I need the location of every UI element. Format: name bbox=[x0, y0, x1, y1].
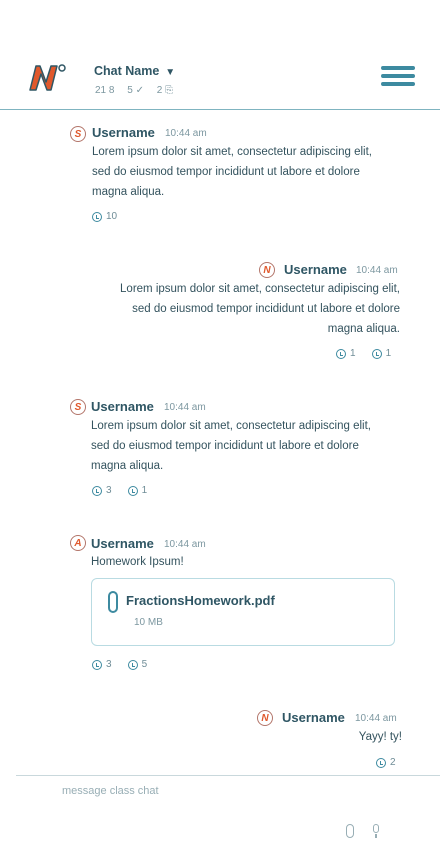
user-avatar[interactable]: S bbox=[70, 399, 86, 415]
message-line: sed do eiusmod tempor incididunt ut labo… bbox=[92, 166, 360, 178]
reaction-count: 3 bbox=[106, 659, 112, 670]
chat-name-label: Chat Name bbox=[94, 64, 160, 78]
message-body: Yayy! ty! bbox=[200, 727, 402, 747]
message-line: Yayy! ty! bbox=[358, 731, 402, 743]
reaction-chip[interactable]: 3 bbox=[92, 659, 112, 670]
reaction-count: 2 bbox=[390, 757, 396, 768]
reactions: 10 bbox=[92, 211, 117, 222]
reaction-count: 1 bbox=[141, 485, 148, 496]
clock-icon bbox=[92, 211, 102, 222]
reactions: 1 1 bbox=[336, 348, 391, 359]
message-line: Lorem ipsum dolor sit amet, consectetur … bbox=[120, 283, 400, 295]
message-username[interactable]: Username bbox=[91, 399, 154, 414]
message-timestamp: 10:44 am bbox=[355, 713, 397, 724]
message-body: Lorem ipsum dolor sit amet, consectetur … bbox=[91, 416, 411, 476]
user-avatar[interactable]: N bbox=[257, 710, 273, 726]
message-line: sed do eiusmod tempor incididunt ut labo… bbox=[91, 440, 359, 452]
message-body: Lorem ipsum dolor sit amet, consectetur … bbox=[90, 279, 400, 339]
reaction-chip[interactable]: 1 bbox=[336, 348, 356, 359]
file-attachment-card[interactable]: FractionsHomework.pdf 10 MB bbox=[91, 578, 395, 646]
message-line: Homework Ipsum! bbox=[91, 556, 184, 568]
message-timestamp: 10:44 am bbox=[164, 402, 206, 413]
reaction-chip[interactable]: 5 bbox=[127, 659, 148, 670]
file-name: FractionsHomework.pdf bbox=[126, 593, 275, 608]
face-icon bbox=[336, 348, 346, 359]
reaction-count: 1 bbox=[385, 348, 392, 359]
member-count: 21 8 bbox=[95, 85, 115, 96]
attach-icon[interactable] bbox=[346, 824, 354, 838]
message-body: Homework Ipsum! bbox=[91, 552, 411, 572]
reaction-count: 5 bbox=[141, 659, 148, 670]
reaction-chip[interactable]: 3 bbox=[92, 485, 112, 496]
chevron-down-icon: ▼ bbox=[165, 67, 176, 78]
menu-bar bbox=[381, 74, 415, 78]
message-username[interactable]: Username bbox=[91, 536, 154, 551]
message-input[interactable] bbox=[60, 784, 364, 798]
message-line: magna aliqua. bbox=[327, 323, 400, 335]
reaction-chip[interactable]: 1 bbox=[127, 485, 148, 496]
clock-icon bbox=[92, 485, 102, 496]
message-composer bbox=[16, 775, 440, 868]
menu-bar bbox=[381, 66, 415, 70]
user-avatar[interactable]: S bbox=[70, 126, 86, 142]
chat-stats: 21 8 5 ✓ 2 ⎘ bbox=[95, 85, 183, 96]
microphone-icon[interactable] bbox=[372, 824, 380, 838]
message-timestamp: 10:44 am bbox=[356, 265, 398, 276]
chat-name-dropdown[interactable]: Chat Name ▼ bbox=[94, 64, 175, 78]
message-timestamp: 10:44 am bbox=[165, 128, 207, 139]
check-count: 5 ✓ bbox=[127, 85, 144, 96]
message-line: Lorem ipsum dolor sit amet, consectetur … bbox=[91, 420, 371, 432]
app-logo bbox=[29, 64, 66, 91]
reaction-count: 1 bbox=[350, 348, 356, 359]
laugh-icon bbox=[127, 659, 138, 670]
attachment-count: 2 ⎘ bbox=[156, 85, 174, 96]
reaction-chip[interactable]: 1 bbox=[371, 348, 392, 359]
message-line: magna aliqua. bbox=[91, 460, 164, 472]
message-username[interactable]: Username bbox=[282, 710, 345, 725]
smile-icon bbox=[92, 659, 102, 670]
file-size: 10 MB bbox=[134, 617, 163, 628]
reaction-count: 10 bbox=[106, 211, 118, 222]
message-username[interactable]: Username bbox=[284, 262, 347, 277]
reactions: 3 5 bbox=[92, 659, 147, 670]
laugh-icon bbox=[376, 757, 386, 768]
message-body: Lorem ipsum dolor sit amet, consectetur … bbox=[92, 142, 412, 202]
user-avatar[interactable]: A bbox=[70, 535, 86, 551]
message-username[interactable]: Username bbox=[92, 125, 155, 140]
chat-header: Chat Name ▼ 21 8 5 ✓ 2 ⎘ bbox=[0, 0, 440, 110]
reaction-chip[interactable]: 10 bbox=[92, 211, 117, 222]
message-timestamp: 10:44 am bbox=[164, 539, 206, 550]
reaction-count: 3 bbox=[106, 485, 112, 496]
menu-bar bbox=[381, 82, 415, 86]
message-line: Lorem ipsum dolor sit amet, consectetur … bbox=[92, 146, 372, 158]
laugh-icon bbox=[127, 485, 138, 496]
message-line: magna aliqua. bbox=[92, 186, 165, 198]
hamburger-menu-button[interactable] bbox=[381, 66, 415, 88]
reaction-chip[interactable]: 2 bbox=[376, 757, 396, 768]
user-avatar[interactable]: N bbox=[259, 262, 275, 278]
paperclip-icon bbox=[108, 591, 118, 613]
reactions: 3 1 bbox=[92, 485, 147, 496]
message-line: sed do eiusmod tempor incididunt ut labo… bbox=[132, 303, 400, 315]
reactions: 2 bbox=[376, 757, 396, 768]
hand-icon bbox=[371, 348, 382, 359]
